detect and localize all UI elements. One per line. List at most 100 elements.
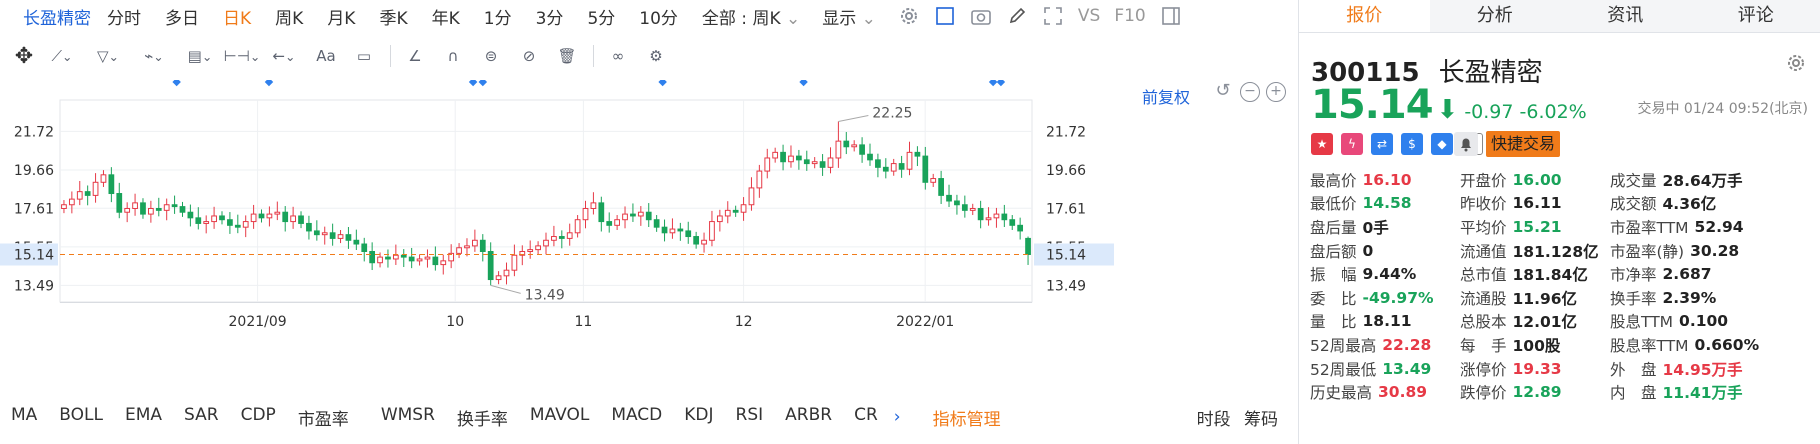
fibonacci-tool-icon[interactable]: ▤ ⌄ — [186, 42, 214, 70]
stat-cell: 内 盘 11.41万手 — [1610, 381, 1810, 403]
dollar-icon[interactable]: $ — [1401, 133, 1423, 155]
settings-gear-icon[interactable] — [1786, 53, 1806, 77]
period-tab[interactable]: 10分 — [639, 4, 678, 29]
color-box-icon[interactable] — [934, 5, 956, 27]
delete-drawing-icon[interactable]: 🗑 — [553, 42, 581, 70]
event-marker-icon — [264, 80, 274, 87]
candle-body — [827, 157, 834, 168]
lightning-icon[interactable]: ϟ — [1341, 133, 1363, 155]
candle-body — [630, 213, 636, 217]
lock-drawing-icon[interactable]: ⊜ — [477, 42, 505, 70]
tab-comments[interactable]: 评论 — [1691, 0, 1820, 32]
x-tick-label: 12 — [735, 314, 753, 330]
tab-news[interactable]: 资讯 — [1560, 0, 1691, 32]
period-tab[interactable]: 多日 — [165, 4, 199, 29]
candle-body — [203, 221, 210, 224]
polyline-tool-icon[interactable]: ▽ ⌄ — [94, 42, 122, 70]
period-tab[interactable]: 3分 — [536, 4, 564, 29]
scope-select[interactable]: 全部 : 周K ⌄ — [702, 4, 800, 29]
chevron-right-icon[interactable]: › — [894, 407, 901, 427]
period-tab[interactable]: 1分 — [484, 4, 512, 29]
move-crosshair-icon[interactable]: ✥ — [10, 42, 38, 70]
low-annotation: 13.49 — [525, 287, 565, 303]
period-tab[interactable]: 分时 — [107, 4, 141, 29]
quick-trade-button[interactable]: 快捷交易 — [1486, 131, 1560, 157]
candle-body — [116, 193, 123, 213]
indicator-manage-button[interactable]: 指标管理 — [933, 405, 1001, 430]
indicator-item[interactable]: WMSR — [381, 405, 435, 430]
display-select[interactable]: 显示 ⌄ — [822, 4, 876, 29]
comment-tool-icon[interactable]: ▭ — [350, 42, 378, 70]
candle-body — [890, 163, 897, 172]
indicator-item[interactable]: 市盈率 — [298, 405, 349, 430]
candle-body — [898, 163, 905, 170]
stat-cell: 最低价 14.58 — [1310, 192, 1460, 214]
stat-value: 22.28 — [1382, 335, 1432, 354]
stat-value: 0.660% — [1694, 335, 1760, 354]
measure-tool-icon[interactable]: ⊢⊣ ⌄ — [224, 42, 261, 70]
shuffle-icon[interactable]: ⇄ — [1371, 133, 1393, 155]
indicator-item[interactable]: 换手率 — [457, 405, 508, 430]
hide-drawing-icon[interactable]: ⊘ — [515, 42, 543, 70]
tag-icon[interactable]: ◆ — [1431, 133, 1453, 155]
period-tab[interactable]: 周K — [275, 4, 303, 29]
candlestick-chart[interactable]: 21.7221.7219.6619.6617.6117.6115.5515.55… — [0, 80, 1298, 390]
candle-body — [985, 217, 992, 221]
tab-analysis[interactable]: 分析 — [1430, 0, 1561, 32]
pencil-icon[interactable] — [1006, 5, 1028, 27]
indicator-item[interactable]: MA — [11, 405, 37, 430]
candle-body — [716, 215, 723, 223]
indicator-item[interactable]: EMA — [125, 405, 162, 430]
candle-body — [274, 211, 281, 215]
vs-button[interactable]: VS — [1078, 6, 1100, 26]
f10-button[interactable]: F10 — [1114, 6, 1145, 26]
candle-body — [321, 232, 328, 236]
y-tick-label-left: 13.49 — [14, 278, 54, 294]
candle-body — [535, 245, 541, 251]
stat-value: 0手 — [1362, 218, 1389, 237]
y-tick-label-left: 19.66 — [14, 163, 54, 179]
stock-name-link[interactable]: 长盈精密 — [23, 4, 91, 29]
period-tab[interactable]: 月K — [327, 4, 355, 29]
link-icon[interactable]: ∞ — [604, 42, 632, 70]
indicator-item[interactable]: MACD — [611, 405, 662, 430]
indicator-item[interactable]: KDJ — [684, 405, 713, 430]
indicator-item[interactable]: CR — [854, 405, 878, 430]
magnet-icon[interactable]: ∩ — [439, 42, 467, 70]
period-tab[interactable]: 季K — [379, 4, 407, 29]
drawing-settings-icon[interactable]: ⚙ — [642, 42, 670, 70]
sidebar-toggle-icon[interactable] — [1160, 5, 1182, 27]
settings-gear-icon[interactable] — [898, 5, 920, 27]
candle-body — [788, 155, 794, 163]
camera-icon[interactable] — [970, 5, 992, 27]
stat-value: 30.89 — [1378, 383, 1428, 402]
indicator-item[interactable]: SAR — [184, 405, 219, 430]
price-row: 15.14 ⬇ -0.97 -6.02% — [1311, 82, 1587, 128]
tab-quote[interactable]: 报价 — [1299, 0, 1430, 32]
toolbar-divider — [390, 45, 391, 67]
alert-bell-icon[interactable] — [1454, 132, 1478, 156]
stat-value: 16.11 — [1512, 194, 1562, 213]
down-arrow-icon: ⬇ — [1436, 95, 1459, 125]
candle-body — [68, 198, 75, 206]
angle-tool-icon[interactable]: ∠ — [401, 42, 429, 70]
candle-body — [867, 153, 873, 161]
indicator-item[interactable]: RSI — [736, 405, 764, 430]
period-tab[interactable]: 年K — [432, 4, 460, 29]
stat-label: 52周最低 — [1310, 360, 1377, 379]
period-tab[interactable]: 5分 — [587, 4, 615, 29]
indicator-item[interactable]: ARBR — [785, 405, 832, 430]
candle-body — [859, 144, 865, 155]
period-tab[interactable]: 日K — [223, 4, 251, 29]
arrow-tool-icon[interactable]: ← ⌄ — [270, 42, 298, 70]
line-tool-icon[interactable]: ⟋ ⌄ — [48, 42, 76, 70]
indicator-item[interactable]: CDP — [241, 405, 276, 430]
indicator-item[interactable]: MAVOL — [530, 405, 589, 430]
tab-chips[interactable]: 筹码 — [1244, 410, 1278, 430]
tab-time-session[interactable]: 时段 — [1197, 410, 1231, 430]
indicator-item[interactable]: BOLL — [59, 405, 103, 430]
wave-tool-icon[interactable]: ⌁ ⌄ — [140, 42, 168, 70]
fullscreen-icon[interactable] — [1042, 5, 1064, 27]
text-tool-icon[interactable]: Aa — [312, 42, 340, 70]
stat-label: 换手率 — [1610, 289, 1657, 308]
